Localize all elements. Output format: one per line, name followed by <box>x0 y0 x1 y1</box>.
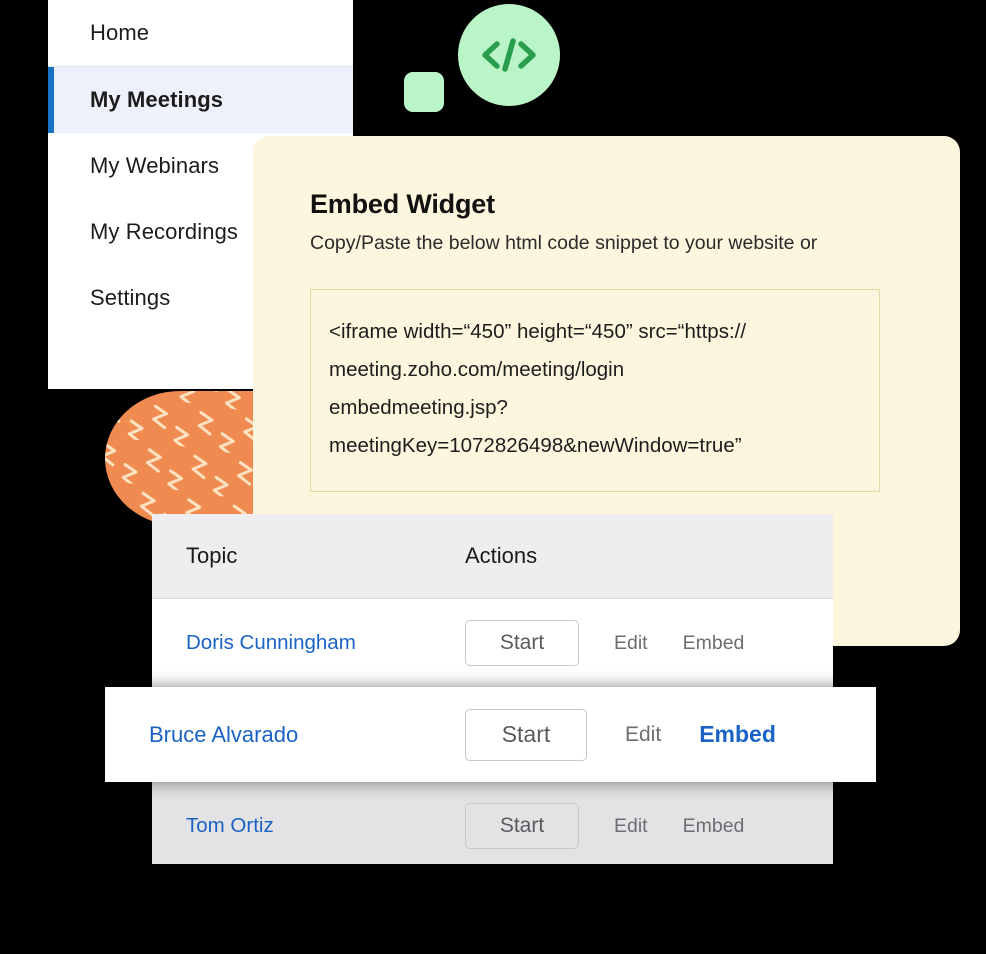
screenshot-root: Home My Meetings My Webinars My Recordin… <box>0 0 986 954</box>
meeting-topic-link[interactable]: Bruce Alvarado <box>105 722 465 748</box>
sidebar-item-my-meetings[interactable]: My Meetings <box>48 67 353 133</box>
start-button[interactable]: Start <box>465 803 579 849</box>
code-line: meetingKey=1072826498&newWindow=true” <box>329 434 742 457</box>
embed-widget-title: Embed Widget <box>310 189 495 219</box>
sidebar-item-label: Home <box>90 20 150 45</box>
sidebar-item-label: My Recordings <box>90 219 239 244</box>
sidebar-item-label: My Webinars <box>90 153 220 178</box>
column-header-actions: Actions <box>465 543 538 568</box>
sidebar-item-home[interactable]: Home <box>48 0 353 66</box>
code-line: meeting.zoho.com/meeting/login <box>329 358 625 381</box>
embed-link[interactable]: Embed <box>683 815 745 838</box>
meeting-topic-link[interactable]: Doris Cunningham <box>152 631 465 655</box>
meeting-topic-link[interactable]: Tom Ortiz <box>152 814 465 838</box>
table-row[interactable]: Doris Cunningham Start Edit Embed <box>152 599 833 687</box>
start-button[interactable]: Start <box>465 708 587 761</box>
embed-widget-subtitle: Copy/Paste the below html code snippet t… <box>310 232 818 254</box>
row-actions: Start Edit Embed <box>465 620 744 666</box>
row-actions: Start Edit Embed <box>465 803 744 849</box>
column-header-topic: Topic <box>186 543 238 568</box>
code-brackets-icon <box>458 4 560 106</box>
edit-link[interactable]: Edit <box>614 815 648 838</box>
embed-link[interactable]: Embed <box>699 721 776 748</box>
sidebar-item-label: Settings <box>90 285 171 310</box>
code-line: embedmeeting.jsp? <box>329 396 508 419</box>
row-actions: Start Edit Embed <box>465 708 776 761</box>
table-row[interactable]: Tom Ortiz Start Edit Embed <box>152 782 833 864</box>
orange-zigzag-decoration <box>105 391 270 526</box>
table-header-row: Topic Actions <box>152 514 833 599</box>
code-line: <iframe width=“450” height=“450” src=“ht… <box>329 320 747 343</box>
edit-link[interactable]: Edit <box>625 723 661 747</box>
embed-code-snippet-box[interactable]: <iframe width=“450” height=“450” src=“ht… <box>310 289 880 492</box>
code-brackets-glyph <box>482 38 536 72</box>
sidebar-item-label: My Meetings <box>90 87 224 112</box>
embed-link[interactable]: Embed <box>683 632 745 655</box>
start-button[interactable]: Start <box>465 620 579 666</box>
highlighted-table-row[interactable]: Bruce Alvarado Start Edit Embed <box>105 687 876 782</box>
green-square-decoration <box>404 72 444 112</box>
edit-link[interactable]: Edit <box>614 632 648 655</box>
zigzag-pattern <box>105 391 270 526</box>
